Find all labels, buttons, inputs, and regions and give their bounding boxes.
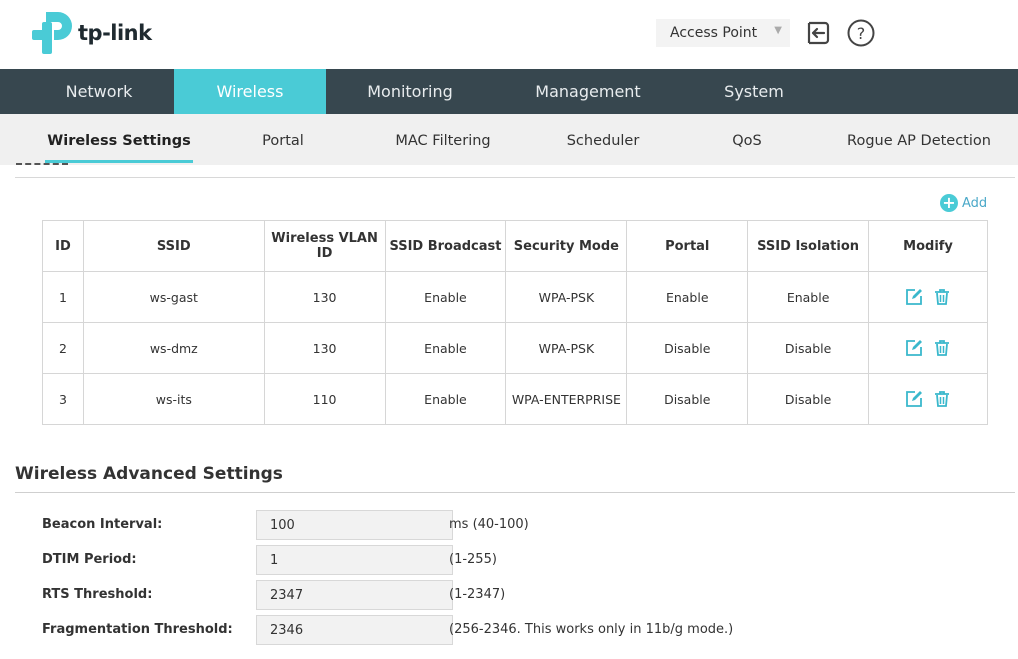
cell-ssid: ws-dmz [82, 322, 265, 374]
mode-select-value: Access Point [670, 25, 758, 41]
beacon-interval-label: Beacon Interval: [42, 517, 163, 532]
cell-id: 3 [42, 373, 84, 425]
beacon-interval-hint: ms (40-100) [449, 517, 529, 532]
cell-ssid-broadcast: Enable [384, 271, 507, 323]
edit-icon[interactable] [905, 339, 923, 357]
edit-icon[interactable] [905, 390, 923, 408]
tab-scheduler[interactable]: Scheduler [553, 114, 653, 165]
cell-ssid: ws-its [82, 373, 265, 425]
dtim-period-hint: (1-255) [449, 552, 497, 567]
table-row: 2 ws-dmz 130 Enable WPA-PSK Disable Disa… [42, 322, 988, 374]
tab-wireless-settings[interactable]: Wireless Settings [45, 114, 193, 165]
nav-management[interactable]: Management [494, 69, 682, 114]
delete-icon[interactable] [933, 288, 951, 306]
table-row: 3 ws-its 110 Enable WPA-ENTERPRISE Disab… [42, 373, 988, 425]
fragmentation-threshold-input[interactable] [256, 615, 453, 645]
table-row: 1 ws-gast 130 Enable WPA-PSK Enable Enab… [42, 271, 988, 323]
edit-icon[interactable] [905, 288, 923, 306]
beacon-interval-input[interactable] [256, 510, 453, 540]
cell-security-mode: WPA-PSK [505, 271, 628, 323]
logout-icon [807, 21, 830, 45]
plus-circle-icon: + [940, 194, 958, 212]
mode-select[interactable]: Access Point ▼ [656, 19, 790, 47]
col-header-ssid: SSID [82, 220, 265, 272]
cell-ssid-isolation: Disable [747, 373, 870, 425]
fragmentation-threshold-hint: (256-2346. This works only in 11b/g mode… [449, 622, 734, 637]
add-ssid-button[interactable]: + Add [940, 194, 987, 212]
tab-portal[interactable]: Portal [236, 114, 330, 165]
cell-id: 2 [42, 322, 84, 374]
rts-threshold-hint: (1-2347) [449, 587, 506, 602]
col-header-modify: Modify [868, 220, 988, 272]
rts-threshold-input[interactable] [256, 580, 453, 610]
brand-name: tp-link [78, 21, 152, 45]
cell-id: 1 [42, 271, 84, 323]
cell-security-mode: WPA-ENTERPRISE [505, 373, 628, 425]
cell-portal: Disable [626, 373, 749, 425]
cell-ssid-isolation: Enable [747, 271, 870, 323]
cell-security-mode: WPA-PSK [505, 322, 628, 374]
sub-nav: Wireless Settings Portal MAC Filtering S… [0, 114, 1018, 165]
nav-network[interactable]: Network [24, 69, 174, 114]
svg-text:?: ? [857, 24, 866, 43]
tp-link-logo: tp-link [32, 12, 152, 54]
cell-modify [868, 322, 988, 374]
nav-wireless[interactable]: Wireless [174, 69, 326, 114]
add-label: Add [962, 195, 988, 211]
cell-modify [868, 373, 988, 425]
col-header-portal: Portal [626, 220, 749, 272]
cell-vlan-id: 110 [263, 373, 386, 425]
section-divider [15, 177, 1015, 178]
cell-modify [868, 271, 988, 323]
scrolled-title-fragment [16, 163, 68, 168]
chevron-down-icon: ▼ [774, 25, 782, 36]
fragmentation-threshold-row: Fragmentation Threshold: (256-2346. This… [42, 615, 1002, 645]
cell-vlan-id: 130 [263, 322, 386, 374]
cell-portal: Disable [626, 322, 749, 374]
nav-system[interactable]: System [682, 69, 826, 114]
cell-portal: Enable [626, 271, 749, 323]
col-header-security-mode: Security Mode [505, 220, 628, 272]
col-header-ssid-broadcast: SSID Broadcast [384, 220, 507, 272]
tab-qos[interactable]: QoS [716, 114, 778, 165]
cell-ssid-broadcast: Enable [384, 322, 507, 374]
nav-monitoring[interactable]: Monitoring [326, 69, 494, 114]
top-bar: tp-link Access Point ▼ ? [0, 0, 1018, 69]
tab-mac-filtering[interactable]: MAC Filtering [383, 114, 503, 165]
help-icon: ? [847, 19, 875, 47]
dtim-period-row: DTIM Period: (1-255) [42, 545, 1002, 575]
advanced-settings-divider [15, 492, 1015, 493]
dtim-period-label: DTIM Period: [42, 552, 137, 567]
tp-link-logo-icon [32, 12, 72, 54]
col-header-ssid-isolation: SSID Isolation [747, 220, 870, 272]
beacon-interval-row: Beacon Interval: ms (40-100) [42, 510, 1002, 540]
ssid-table: ID SSID Wireless VLAN ID SSID Broadcast … [42, 220, 988, 425]
rts-threshold-label: RTS Threshold: [42, 587, 153, 602]
tab-rogue-ap-detection[interactable]: Rogue AP Detection [838, 114, 1000, 165]
col-header-vlan-id: Wireless VLAN ID [263, 220, 386, 272]
delete-icon[interactable] [933, 339, 951, 357]
cell-ssid-isolation: Disable [747, 322, 870, 374]
main-nav: Network Wireless Monitoring Management S… [0, 69, 1018, 114]
delete-icon[interactable] [933, 390, 951, 408]
dtim-period-input[interactable] [256, 545, 453, 575]
col-header-id: ID [42, 220, 84, 272]
cell-vlan-id: 130 [263, 271, 386, 323]
table-header-row: ID SSID Wireless VLAN ID SSID Broadcast … [42, 220, 988, 272]
advanced-settings-title: Wireless Advanced Settings [15, 464, 283, 484]
rts-threshold-row: RTS Threshold: (1-2347) [42, 580, 1002, 610]
cell-ssid-broadcast: Enable [384, 373, 507, 425]
logout-button[interactable] [805, 19, 833, 47]
fragmentation-threshold-label: Fragmentation Threshold: [42, 622, 233, 637]
cell-ssid: ws-gast [82, 271, 265, 323]
help-button[interactable]: ? [847, 19, 875, 47]
